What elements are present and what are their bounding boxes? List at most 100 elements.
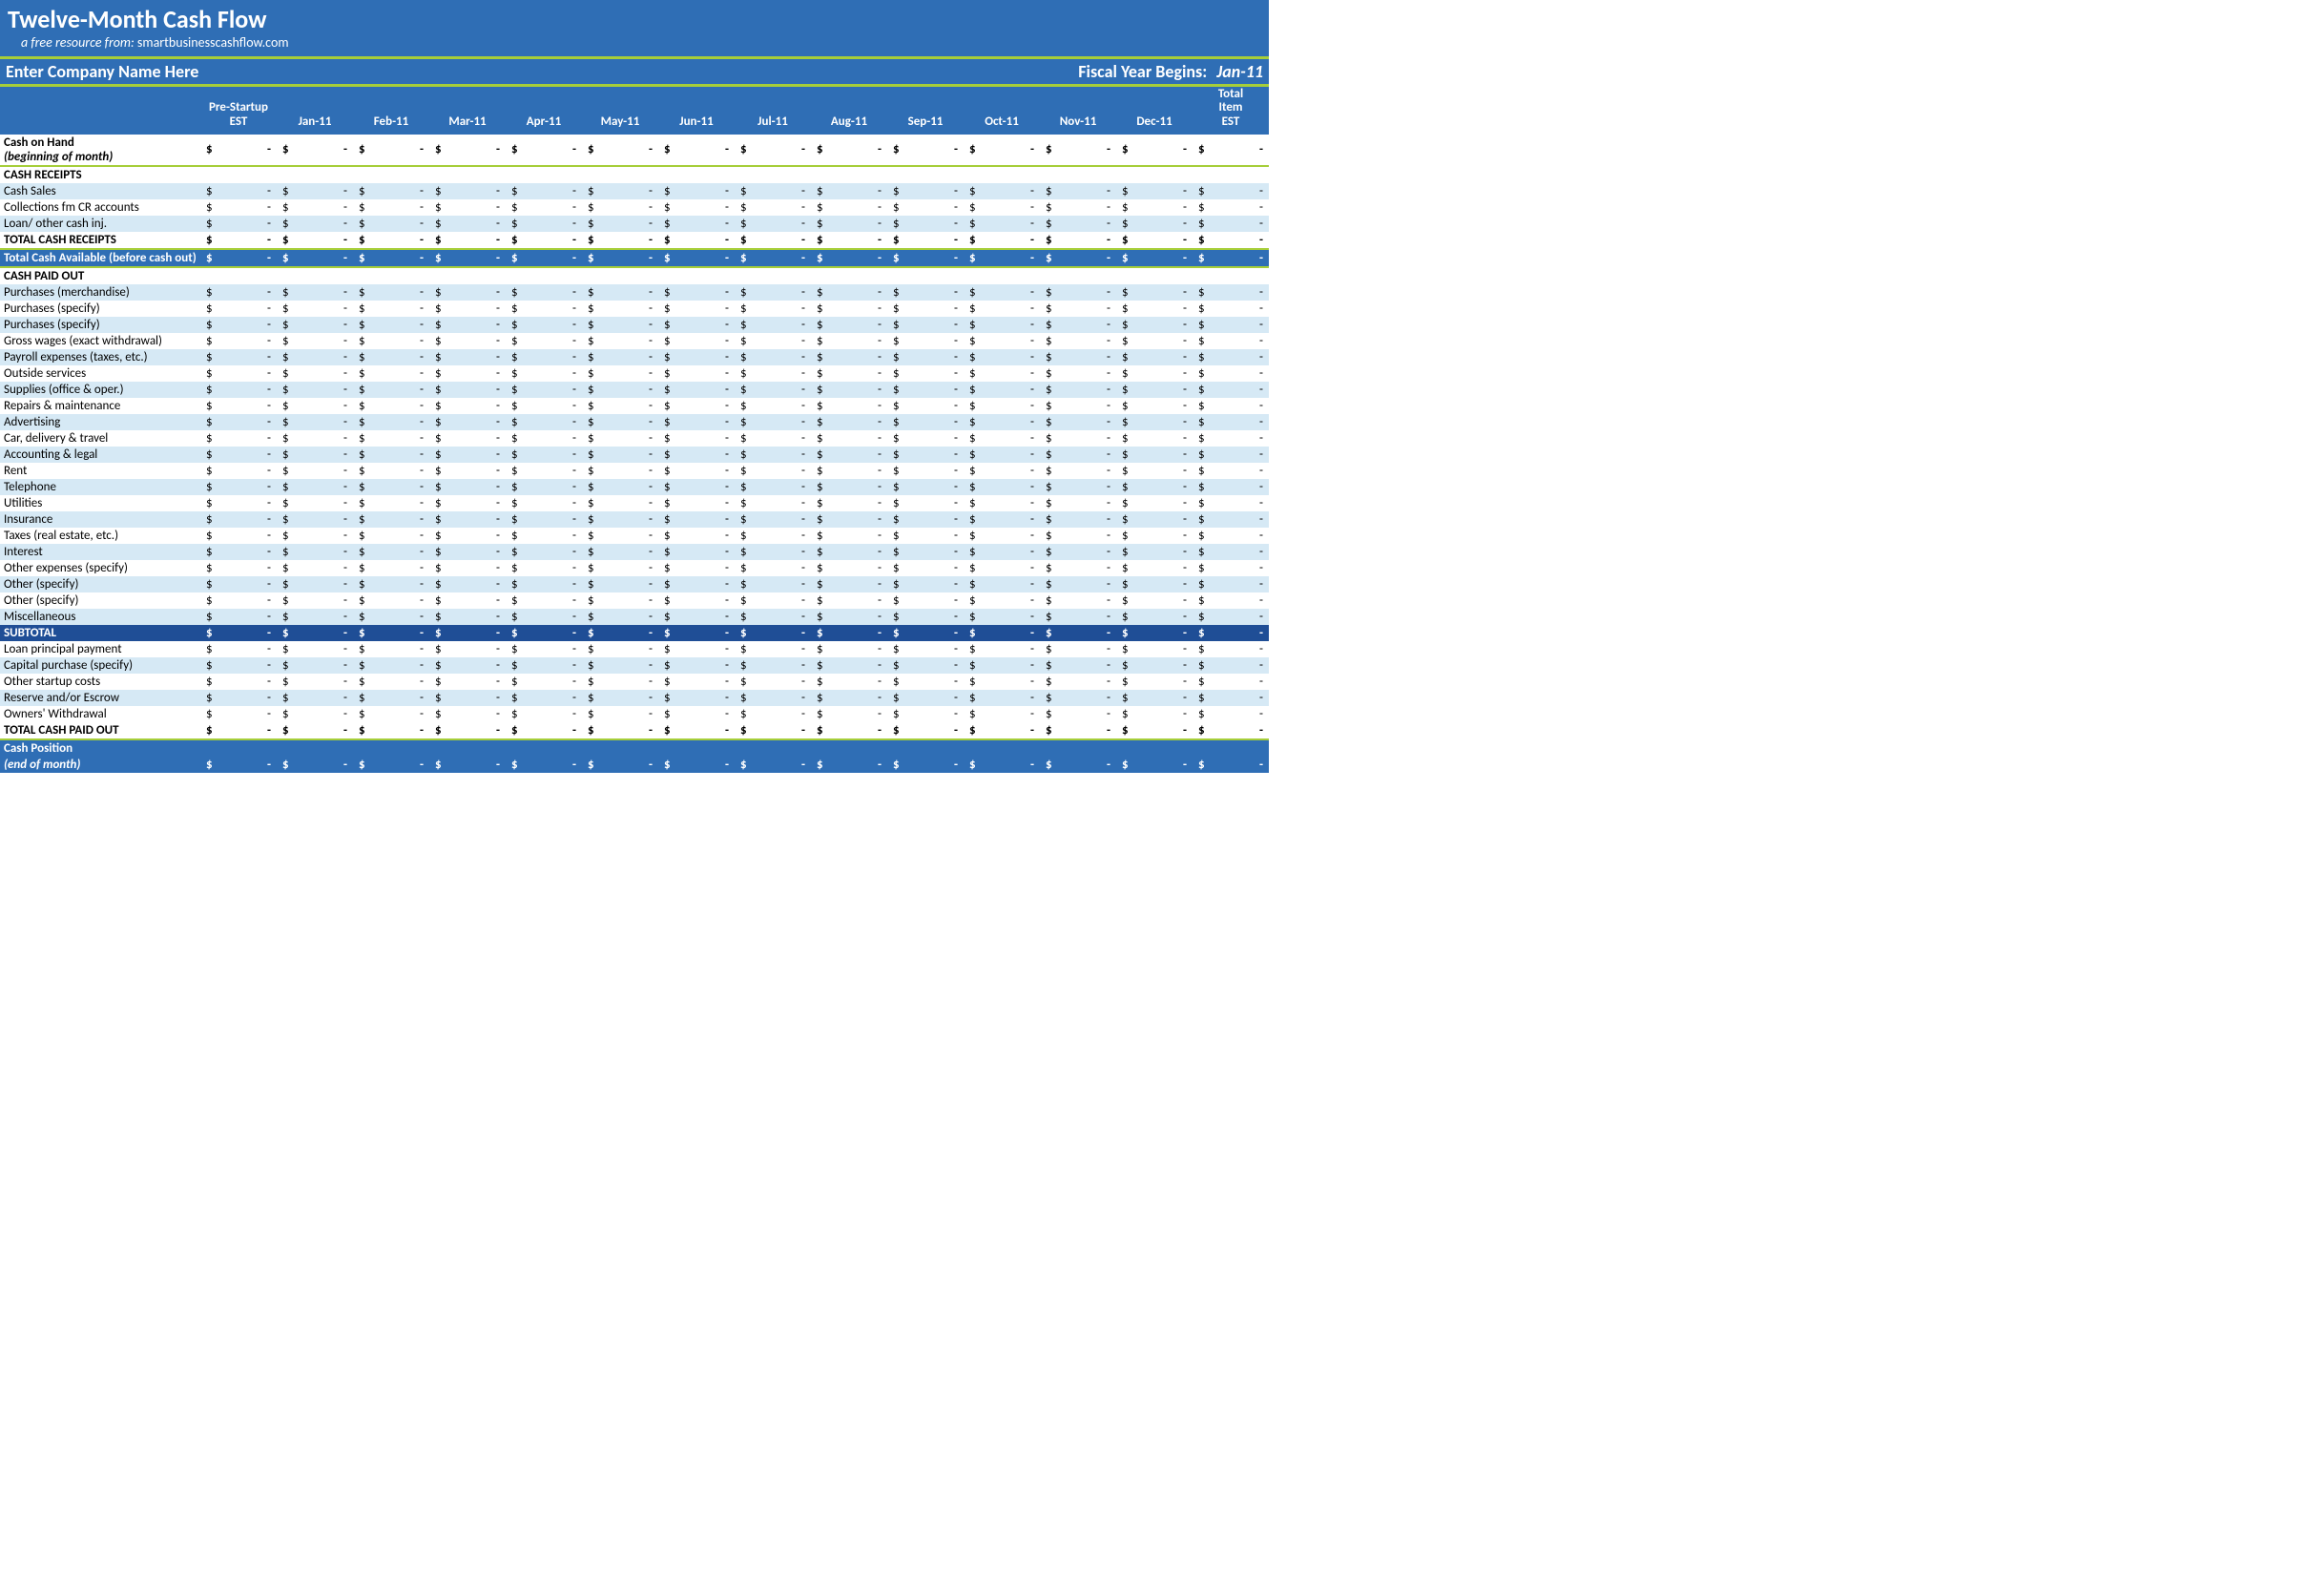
money-cell[interactable]: $- xyxy=(811,592,887,609)
money-cell[interactable]: $- xyxy=(277,333,353,349)
money-cell[interactable]: $- xyxy=(811,511,887,528)
money-cell[interactable]: $- xyxy=(1040,706,1116,722)
money-cell[interactable]: $- xyxy=(429,284,506,301)
money-cell[interactable]: $- xyxy=(964,690,1040,706)
money-cell[interactable]: $- xyxy=(964,333,1040,349)
money-cell[interactable]: $- xyxy=(1116,690,1193,706)
money-cell[interactable]: $- xyxy=(658,690,735,706)
money-cell[interactable]: $- xyxy=(429,609,506,625)
money-cell[interactable]: $- xyxy=(506,641,582,657)
money-cell[interactable]: $- xyxy=(1040,592,1116,609)
money-cell[interactable]: $- xyxy=(811,544,887,560)
money-cell[interactable]: $- xyxy=(1040,216,1116,232)
money-cell[interactable]: $- xyxy=(964,722,1040,739)
money-cell[interactable]: $- xyxy=(506,199,582,216)
money-cell[interactable]: $- xyxy=(887,757,964,773)
money-cell[interactable]: $- xyxy=(506,349,582,365)
money-cell[interactable]: $- xyxy=(200,398,277,414)
money-cell[interactable]: $- xyxy=(658,576,735,592)
money-cell[interactable]: $- xyxy=(735,592,811,609)
money-cell[interactable]: $- xyxy=(200,216,277,232)
money-cell[interactable]: $- xyxy=(1116,398,1193,414)
money-cell[interactable]: $- xyxy=(964,657,1040,674)
money-cell[interactable]: $- xyxy=(887,333,964,349)
money-cell[interactable]: $- xyxy=(1193,641,1269,657)
money-cell[interactable]: $- xyxy=(429,301,506,317)
money-cell[interactable]: $- xyxy=(964,301,1040,317)
money-cell[interactable]: $- xyxy=(277,495,353,511)
money-cell[interactable]: $- xyxy=(200,447,277,463)
money-cell[interactable]: $- xyxy=(811,414,887,430)
money-cell[interactable]: $- xyxy=(582,398,658,414)
money-cell[interactable]: $- xyxy=(1116,479,1193,495)
money-cell[interactable]: $- xyxy=(582,365,658,382)
money-cell[interactable]: $- xyxy=(1116,592,1193,609)
money-cell[interactable]: $- xyxy=(1116,625,1193,641)
money-cell[interactable]: $- xyxy=(811,609,887,625)
money-cell[interactable]: $- xyxy=(200,544,277,560)
money-cell[interactable]: $- xyxy=(658,216,735,232)
money-cell[interactable]: $- xyxy=(658,414,735,430)
money-cell[interactable]: $- xyxy=(1116,528,1193,544)
money-cell[interactable]: $- xyxy=(1193,609,1269,625)
money-cell[interactable]: $- xyxy=(735,135,811,166)
money-cell[interactable]: $- xyxy=(277,544,353,560)
money-cell[interactable]: $- xyxy=(887,414,964,430)
money-cell[interactable]: $- xyxy=(964,317,1040,333)
money-cell[interactable]: $- xyxy=(811,430,887,447)
money-cell[interactable]: $- xyxy=(353,232,429,249)
company-name[interactable]: Enter Company Name Here xyxy=(6,61,198,82)
money-cell[interactable]: $- xyxy=(277,414,353,430)
money-cell[interactable]: $- xyxy=(1116,544,1193,560)
money-cell[interactable]: $- xyxy=(1116,349,1193,365)
money-cell[interactable]: $- xyxy=(1040,249,1116,267)
money-cell[interactable]: $- xyxy=(1040,560,1116,576)
money-cell[interactable]: $- xyxy=(964,430,1040,447)
money-cell[interactable]: $- xyxy=(429,414,506,430)
money-cell[interactable]: $- xyxy=(353,398,429,414)
money-cell[interactable]: $- xyxy=(658,349,735,365)
money-cell[interactable]: $- xyxy=(1193,199,1269,216)
money-cell[interactable]: $- xyxy=(429,625,506,641)
money-cell[interactable]: $- xyxy=(506,495,582,511)
money-cell[interactable]: $- xyxy=(1193,349,1269,365)
money-cell[interactable]: $- xyxy=(200,301,277,317)
money-cell[interactable]: $- xyxy=(277,592,353,609)
money-cell[interactable]: $- xyxy=(811,398,887,414)
money-cell[interactable]: $- xyxy=(353,511,429,528)
money-cell[interactable]: $- xyxy=(964,560,1040,576)
money-cell[interactable]: $- xyxy=(353,544,429,560)
money-cell[interactable]: $- xyxy=(811,463,887,479)
money-cell[interactable]: $- xyxy=(887,365,964,382)
money-cell[interactable]: $- xyxy=(200,560,277,576)
money-cell[interactable]: $- xyxy=(200,284,277,301)
money-cell[interactable]: $- xyxy=(277,232,353,249)
money-cell[interactable]: $- xyxy=(735,365,811,382)
money-cell[interactable]: $- xyxy=(429,722,506,739)
money-cell[interactable]: $- xyxy=(277,625,353,641)
money-cell[interactable]: $- xyxy=(735,232,811,249)
money-cell[interactable]: $- xyxy=(353,592,429,609)
money-cell[interactable]: $- xyxy=(200,722,277,739)
money-cell[interactable]: $- xyxy=(353,349,429,365)
money-cell[interactable]: $- xyxy=(811,333,887,349)
money-cell[interactable]: $- xyxy=(200,333,277,349)
money-cell[interactable]: $- xyxy=(658,592,735,609)
money-cell[interactable]: $- xyxy=(1116,249,1193,267)
money-cell[interactable]: $- xyxy=(277,674,353,690)
money-cell[interactable]: $- xyxy=(658,317,735,333)
money-cell[interactable]: $- xyxy=(658,609,735,625)
money-cell[interactable]: $- xyxy=(582,199,658,216)
money-cell[interactable]: $- xyxy=(1116,199,1193,216)
money-cell[interactable]: $- xyxy=(887,216,964,232)
money-cell[interactable]: $- xyxy=(887,430,964,447)
money-cell[interactable]: $- xyxy=(1116,757,1193,773)
money-cell[interactable]: $- xyxy=(887,609,964,625)
money-cell[interactable]: $- xyxy=(429,183,506,199)
money-cell[interactable]: $- xyxy=(200,479,277,495)
money-cell[interactable]: $- xyxy=(1040,232,1116,249)
money-cell[interactable]: $- xyxy=(658,232,735,249)
money-cell[interactable]: $- xyxy=(506,249,582,267)
money-cell[interactable]: $- xyxy=(506,333,582,349)
money-cell[interactable]: $- xyxy=(1193,757,1269,773)
